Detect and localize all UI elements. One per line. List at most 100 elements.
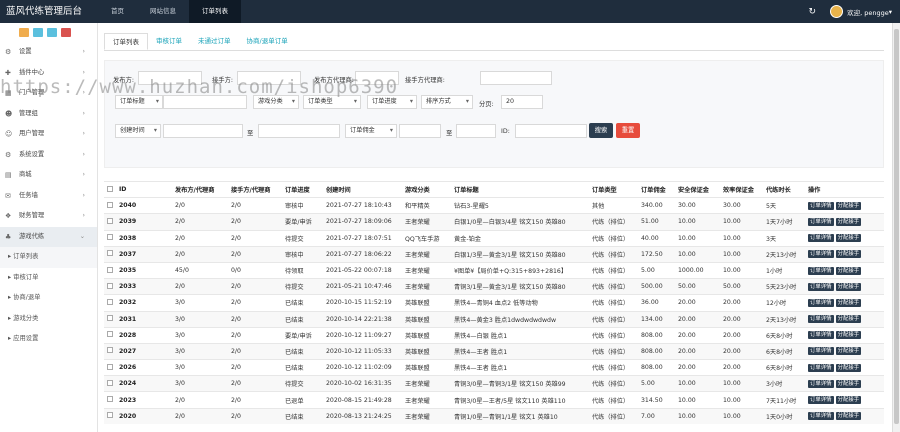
- submenu-item-4[interactable]: ▸ 应用设置: [0, 329, 97, 350]
- row-checkbox-cell[interactable]: [104, 197, 116, 214]
- order-detail-button[interactable]: 订单详情: [808, 412, 834, 421]
- tab-2[interactable]: 未通过订单: [190, 33, 239, 50]
- assign-taker-button[interactable]: 分配接手: [835, 315, 862, 324]
- checkbox[interactable]: [107, 217, 113, 224]
- user-greeting[interactable]: 欢迎, pengge: [847, 7, 889, 17]
- checkbox[interactable]: [107, 363, 113, 370]
- assign-taker-button[interactable]: 分配接手: [835, 234, 862, 243]
- tab-0[interactable]: 订单列表: [104, 33, 148, 50]
- select-all-checkbox[interactable]: [104, 180, 116, 198]
- checkbox[interactable]: [107, 201, 113, 208]
- row-checkbox-cell[interactable]: [104, 310, 116, 328]
- checkbox[interactable]: [107, 412, 113, 419]
- checkbox[interactable]: [107, 331, 113, 338]
- reset-button[interactable]: 重置: [616, 123, 640, 138]
- row-checkbox-cell[interactable]: [104, 245, 116, 263]
- quick-button-1[interactable]: [33, 28, 43, 37]
- tab-1[interactable]: 审核订单: [148, 33, 190, 50]
- order-detail-button[interactable]: 订单详情: [808, 250, 834, 259]
- price-select[interactable]: 订单佣金: [345, 124, 397, 138]
- row-checkbox-cell[interactable]: [104, 359, 116, 376]
- assign-taker-button[interactable]: 分配接手: [835, 250, 862, 259]
- price-min-input[interactable]: [399, 124, 441, 138]
- checkbox[interactable]: [107, 379, 113, 386]
- submenu-item-0[interactable]: ▸ 订单列表: [0, 247, 97, 268]
- assign-taker-button[interactable]: 分配接手: [835, 396, 862, 405]
- sidebar-item-settings[interactable]: ⚙ 系统设置 ›: [0, 145, 97, 166]
- order-detail-button[interactable]: 订单详情: [808, 315, 834, 324]
- checkbox[interactable]: [107, 266, 113, 273]
- assign-taker-button[interactable]: 分配接手: [835, 282, 862, 291]
- assign-taker-button[interactable]: 分配接手: [835, 266, 862, 275]
- refresh-icon[interactable]: ↻: [809, 7, 817, 17]
- order-detail-button[interactable]: 订单详情: [808, 201, 834, 210]
- checkbox[interactable]: [107, 185, 113, 192]
- checkbox[interactable]: [107, 234, 113, 241]
- checkbox[interactable]: [107, 282, 113, 289]
- topnav-site-info[interactable]: 网站信息: [137, 0, 189, 23]
- row-checkbox-cell[interactable]: [104, 326, 116, 344]
- sidebar-item-cart[interactable]: ▤ 商城 ›: [0, 165, 97, 186]
- order-detail-button[interactable]: 订单详情: [808, 347, 834, 356]
- row-checkbox-cell[interactable]: [104, 342, 116, 360]
- taker-agent-input[interactable]: [480, 71, 552, 85]
- assign-taker-button[interactable]: 分配接手: [835, 347, 862, 356]
- sidebar-item-gamepad[interactable]: ♣ 游戏代练 ⌄: [0, 226, 97, 247]
- submenu-item-1[interactable]: ▸ 审核订单: [0, 268, 97, 289]
- row-checkbox-cell[interactable]: [104, 213, 116, 231]
- assign-taker-button[interactable]: 分配接手: [835, 363, 862, 372]
- sidebar-item-finance[interactable]: ❖ 财务管理 ›: [0, 206, 97, 227]
- assign-taker-button[interactable]: 分配接手: [835, 298, 862, 307]
- order-detail-button[interactable]: 订单详情: [808, 363, 834, 372]
- id-input[interactable]: [515, 124, 587, 138]
- order-detail-button[interactable]: 订单详情: [808, 266, 834, 275]
- order-detail-button[interactable]: 订单详情: [808, 217, 834, 226]
- time-select[interactable]: 创建时间: [115, 124, 161, 138]
- checkbox[interactable]: [107, 396, 113, 403]
- assign-taker-button[interactable]: 分配接手: [835, 412, 862, 421]
- topnav-home[interactable]: 首页: [98, 0, 137, 23]
- price-max-input[interactable]: [456, 124, 496, 138]
- quick-button-2[interactable]: [47, 28, 57, 37]
- row-checkbox-cell[interactable]: [104, 229, 116, 247]
- assign-taker-button[interactable]: 分配接手: [835, 379, 862, 388]
- tab-3[interactable]: 协商/退单订单: [239, 33, 296, 50]
- submenu-item-2[interactable]: ▸ 协商/退单: [0, 288, 97, 309]
- sidebar-item-task[interactable]: ✉ 任务墙 ›: [0, 186, 97, 207]
- row-checkbox-cell[interactable]: [104, 407, 116, 425]
- assign-taker-button[interactable]: 分配接手: [835, 331, 862, 340]
- order-detail-button[interactable]: 订单详情: [808, 298, 834, 307]
- assign-taker-button[interactable]: 分配接手: [835, 217, 862, 226]
- row-checkbox-cell[interactable]: [104, 375, 116, 392]
- quick-button-3[interactable]: [61, 28, 71, 37]
- checkbox[interactable]: [107, 298, 113, 305]
- topnav-order-list[interactable]: 订单列表: [189, 0, 241, 23]
- row-checkbox-cell[interactable]: [104, 278, 116, 295]
- order-detail-button[interactable]: 订单详情: [808, 379, 834, 388]
- checkbox[interactable]: [107, 250, 113, 257]
- submenu-item-3[interactable]: ▸ 游戏分类: [0, 309, 97, 330]
- order-detail-button[interactable]: 订单详情: [808, 331, 834, 340]
- checkbox[interactable]: [107, 347, 113, 354]
- assign-taker-button[interactable]: 分配接手: [835, 201, 862, 210]
- scrollbar[interactable]: [892, 23, 900, 432]
- checkbox[interactable]: [107, 315, 113, 322]
- row-checkbox-cell[interactable]: [104, 261, 116, 279]
- sidebar-item-gear[interactable]: ⚙ 设置 ›: [0, 42, 97, 63]
- avatar[interactable]: [830, 5, 844, 18]
- page-size-input[interactable]: 20: [501, 95, 543, 109]
- sidebar-item-user[interactable]: ☺ 用户管理 ›: [0, 124, 97, 145]
- order-detail-button[interactable]: 订单详情: [808, 396, 834, 405]
- order-detail-button[interactable]: 订单详情: [808, 282, 834, 291]
- sidebar-item-user-group[interactable]: ☻ 管理组 ›: [0, 104, 97, 125]
- end-time-input[interactable]: [258, 124, 340, 138]
- caret-down-icon[interactable]: ▾: [889, 8, 892, 16]
- start-time-input[interactable]: [163, 124, 243, 138]
- row-checkbox-cell[interactable]: [104, 391, 116, 409]
- row-checkbox-cell[interactable]: [104, 294, 116, 311]
- search-button[interactable]: 搜索: [589, 123, 613, 138]
- order-detail-button[interactable]: 订单详情: [808, 234, 834, 243]
- scrollbar-thumb[interactable]: [894, 29, 899, 424]
- sort-select[interactable]: 排序方式: [421, 95, 473, 109]
- quick-button-0[interactable]: [19, 28, 29, 37]
